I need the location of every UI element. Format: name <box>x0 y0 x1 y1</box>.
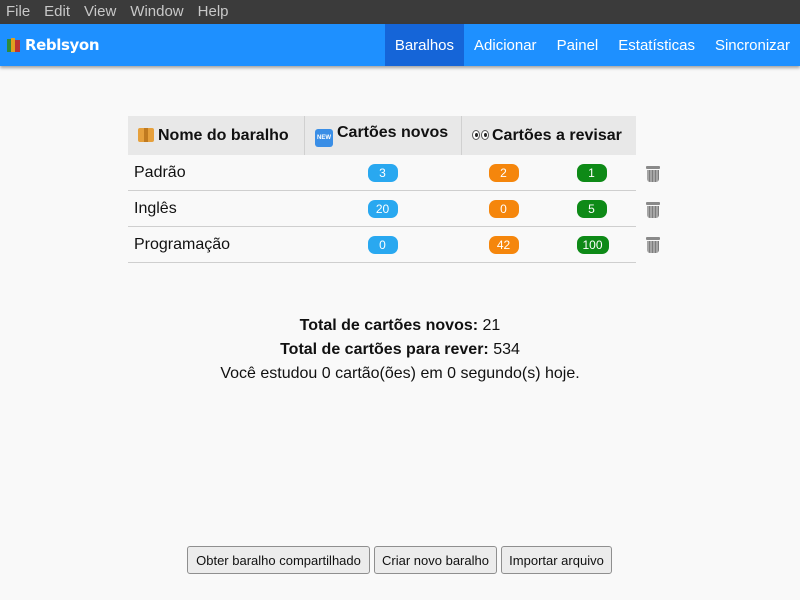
menu-view[interactable]: View <box>77 0 123 24</box>
trash-icon[interactable] <box>646 237 660 253</box>
due-count-badge: 5 <box>576 199 607 218</box>
due-count-badge: 1 <box>576 163 607 182</box>
header-label: Cartões novos <box>337 124 449 141</box>
new-count-cell: 3 <box>304 155 462 191</box>
nav-item-painel[interactable]: Painel <box>547 24 609 66</box>
studied-today-text: Você estudou 0 cartão(ões) em 0 segundo(… <box>220 365 580 382</box>
learning-count-badge: 0 <box>488 199 519 218</box>
new-count-badge: 0 <box>367 235 398 254</box>
create-deck-button[interactable]: Criar novo baralho <box>374 546 497 574</box>
total-review-label: Total de cartões para rever: <box>280 341 489 358</box>
menu-help[interactable]: Help <box>191 0 236 24</box>
deck-name[interactable]: Padrão <box>128 155 305 191</box>
menu-window[interactable]: Window <box>123 0 190 24</box>
app-brand[interactable]: Reblsyon <box>0 24 99 66</box>
deck-row[interactable]: Padrão 3 2 1 <box>128 155 636 191</box>
total-new-label: Total de cartões novos: <box>299 317 479 334</box>
deck-row[interactable]: Programação 0 42 100 <box>128 226 636 263</box>
review-count-cell: 0 5 <box>461 190 636 227</box>
nav-item-estatisticas[interactable]: Estatísticas <box>608 24 705 66</box>
import-file-button[interactable]: Importar arquivo <box>501 546 612 574</box>
new-count-badge: 3 <box>367 163 398 182</box>
menu-edit[interactable]: Edit <box>37 0 77 24</box>
app-navbar: Reblsyon Baralhos Adicionar Painel Estat… <box>0 24 800 66</box>
new-count-cell: 0 <box>304 226 462 263</box>
trash-icon[interactable] <box>646 202 660 218</box>
menu-file[interactable]: File <box>0 0 37 24</box>
total-review-value: 534 <box>493 341 520 358</box>
books-icon <box>6 37 22 53</box>
review-count-cell: 2 1 <box>461 155 636 191</box>
header-new-cards: NEW Cartões novos <box>304 116 462 155</box>
os-menubar: File Edit View Window Help <box>0 0 800 24</box>
action-buttons: Obter baralho compartilhado Criar novo b… <box>187 546 612 574</box>
nav-item-baralhos[interactable]: Baralhos <box>384 24 465 66</box>
nav-item-sincronizar[interactable]: Sincronizar <box>705 24 800 66</box>
eyes-icon <box>472 127 489 140</box>
new-count-cell: 20 <box>304 190 462 227</box>
due-count-badge: 100 <box>576 235 609 254</box>
total-review-line: Total de cartões para rever: 534 <box>0 341 800 359</box>
deck-name[interactable]: Inglês <box>128 190 305 227</box>
header-review-cards: Cartões a revisar <box>461 116 636 155</box>
deck-row[interactable]: Inglês 20 0 5 <box>128 190 636 227</box>
get-shared-deck-button[interactable]: Obter baralho compartilhado <box>187 546 370 574</box>
package-icon <box>138 127 154 142</box>
header-deck-name: Nome do baralho <box>128 116 305 155</box>
learning-count-badge: 2 <box>488 163 519 182</box>
review-count-cell: 42 100 <box>461 226 636 263</box>
trash-icon[interactable] <box>646 166 660 182</box>
total-new-line: Total de cartões novos: 21 <box>0 317 800 335</box>
deck-table: Nome do baralho NEW Cartões novos Cartões… <box>128 116 636 263</box>
new-icon: NEW <box>315 129 333 147</box>
app-name: Reblsyon <box>25 36 100 54</box>
learning-count-badge: 42 <box>488 235 519 254</box>
new-count-badge: 20 <box>367 199 398 218</box>
deck-name[interactable]: Programação <box>128 226 305 263</box>
header-label: Cartões a revisar <box>492 126 622 144</box>
header-label: Nome do baralho <box>158 126 289 144</box>
nav-item-adicionar[interactable]: Adicionar <box>464 24 547 66</box>
table-header-row: Nome do baralho NEW Cartões novos Cartões… <box>128 116 636 155</box>
total-new-value: 21 <box>482 317 501 334</box>
